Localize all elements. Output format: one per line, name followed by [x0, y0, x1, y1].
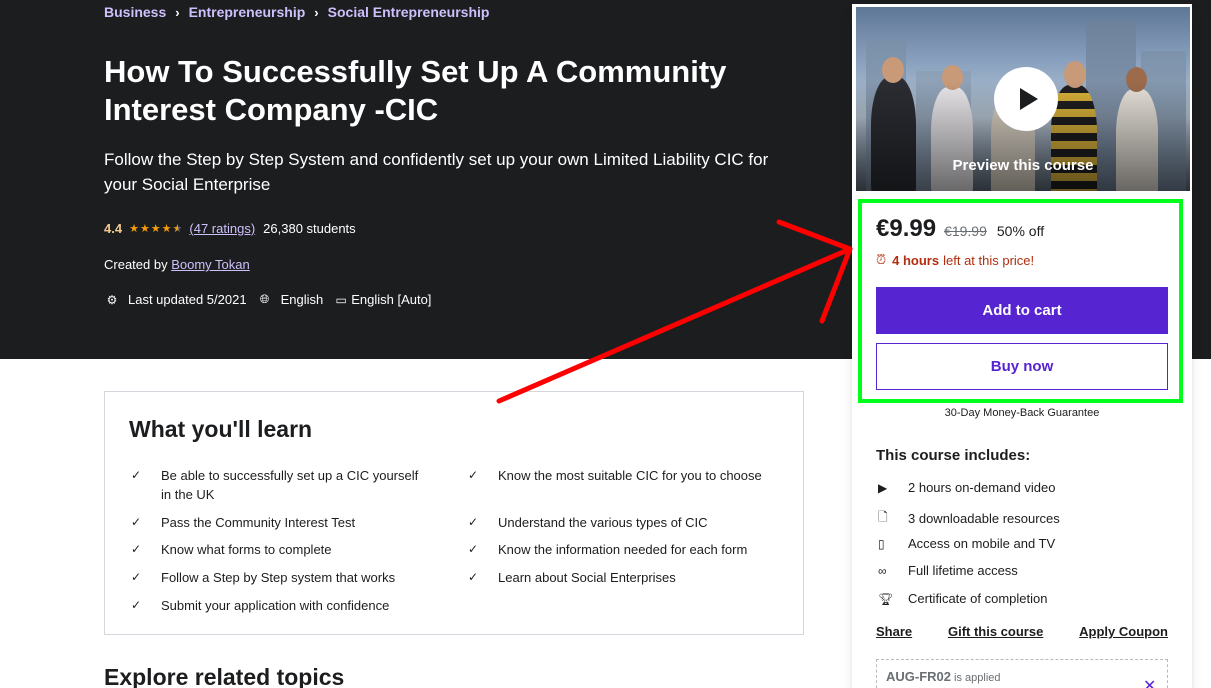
- learn-item: ✓ Pass the Community Interest Test: [129, 513, 429, 532]
- check-icon: ✓: [131, 515, 142, 529]
- trophy-icon: 🏆︎: [878, 591, 894, 606]
- price-timer: ⏰︎ 4 hours left at this price!: [876, 252, 1034, 268]
- check-icon: ✓: [131, 468, 142, 482]
- close-icon[interactable]: ✕: [1143, 676, 1156, 688]
- chevron-right-icon: ›: [314, 4, 319, 20]
- buy-now-button[interactable]: Buy now: [876, 343, 1168, 390]
- globe-icon: 🌐︎: [259, 292, 270, 306]
- breadcrumb: Business › Entrepreneurship › Social Ent…: [104, 4, 489, 20]
- include-item: 🗋︎ 3 downloadable resources: [876, 508, 1060, 529]
- include-item-text: Full lifetime access: [908, 563, 1018, 578]
- coupon-code: AUG-FR02 is applied: [886, 669, 1001, 684]
- learn-item-text: Pass the Community Interest Test: [161, 515, 356, 530]
- last-updated: ⚙ Last updated 5/2021: [104, 292, 247, 307]
- applied-coupon: AUG-FR02 is applied ✕: [876, 659, 1168, 688]
- learn-item: ✓ Know the most suitable CIC for you to c…: [466, 466, 766, 485]
- include-item: ▶ 2 hours on-demand video: [876, 480, 1055, 495]
- learn-item: ✓ Be able to successfully set up a CIC yo…: [129, 466, 429, 504]
- include-item-text: 2 hours on-demand video: [908, 480, 1056, 495]
- include-item-text: Certificate of completion: [908, 591, 1048, 606]
- created-by: Created by Boomy Tokan: [104, 257, 250, 272]
- breadcrumb-social-entrepreneurship[interactable]: Social Entrepreneurship: [328, 4, 490, 20]
- author-link[interactable]: Boomy Tokan: [171, 257, 250, 272]
- learn-item: ✓ Know the information needed for each fo…: [466, 540, 766, 559]
- star-rating-icon: ★★★★★: [129, 223, 184, 235]
- original-price: €19.99: [944, 223, 987, 239]
- include-item-text: Access on mobile and TV: [908, 536, 1056, 551]
- add-to-cart-button[interactable]: Add to cart: [876, 287, 1168, 334]
- learn-item: ✓ Follow a Step by Step system that works: [129, 568, 429, 587]
- rating-value: 4.4: [104, 221, 123, 236]
- play-icon[interactable]: [994, 67, 1058, 131]
- created-by-label: Created by: [104, 257, 168, 272]
- apply-coupon-link[interactable]: Apply Coupon: [1079, 624, 1168, 639]
- course-meta: ⚙ Last updated 5/2021 🌐︎ English ▭ Engli…: [104, 292, 441, 307]
- alarm-clock-icon: ⏰︎: [876, 252, 887, 267]
- timer-hours: 4 hours: [892, 252, 940, 268]
- captions-text: English [Auto]: [351, 292, 432, 307]
- captions-icon: ▭: [335, 292, 347, 307]
- file-download-icon: 🗋︎: [878, 510, 888, 524]
- include-item-text: 3 downloadable resources: [908, 511, 1060, 526]
- learn-item-text: Submit your application with confidence: [161, 598, 390, 613]
- alert-badge-icon: ⚙: [106, 292, 118, 307]
- last-updated-text: Last updated 5/2021: [128, 292, 247, 307]
- infinity-icon: ∞: [878, 563, 887, 578]
- check-icon: ✓: [131, 570, 142, 584]
- coupon-code-text: AUG-FR02: [886, 669, 952, 684]
- check-icon: ✓: [468, 570, 479, 584]
- breadcrumb-business[interactable]: Business: [104, 4, 166, 20]
- play-triangle-icon: [1019, 88, 1038, 110]
- course-subtitle: Follow the Step by Step System and confi…: [104, 150, 769, 194]
- what-you-will-learn: What you'll learn ✓ Be able to successful…: [104, 391, 804, 635]
- sidebar-links: Share Gift this course Apply Coupon: [876, 624, 1168, 639]
- learn-item: ✓ Understand the various types of CIC: [466, 513, 766, 532]
- gift-course-link[interactable]: Gift this course: [948, 624, 1043, 639]
- share-link[interactable]: Share: [876, 624, 912, 639]
- course-title: How To Successfully Set Up A Community I…: [104, 54, 727, 127]
- price-row: €9.99 €19.99 50% off: [876, 215, 1044, 243]
- check-icon: ✓: [468, 515, 479, 529]
- learn-heading: What you'll learn: [129, 416, 313, 442]
- mobile-icon: ▯: [878, 536, 885, 551]
- check-icon: ✓: [131, 598, 142, 612]
- learn-item-text: Be able to successfully set up a CIC you…: [161, 468, 419, 502]
- rating-row: 4.4 ★★★★★ (47 ratings) 26,380 students: [104, 221, 356, 236]
- discount-percent: 50% off: [996, 223, 1045, 239]
- language: 🌐︎ English: [257, 292, 324, 307]
- timer-text: left at this price!: [943, 252, 1035, 268]
- students-count: 26,380 students: [263, 221, 356, 236]
- chevron-right-icon: ›: [175, 4, 180, 20]
- learn-item-text: Know the most suitable CIC for you to ch…: [498, 468, 762, 483]
- include-item: ▯ Access on mobile and TV: [876, 536, 1055, 551]
- related-topics-heading: Explore related topics: [104, 664, 345, 688]
- course-preview[interactable]: Preview this course: [856, 7, 1190, 191]
- learn-item-text: Understand the various types of CIC: [498, 515, 708, 530]
- ratings-count-link[interactable]: (47 ratings): [189, 221, 255, 236]
- preview-label: Preview this course: [952, 157, 1094, 174]
- language-text: English: [280, 292, 324, 307]
- learn-item-text: Know what forms to complete: [161, 542, 332, 557]
- money-back-guarantee: 30-Day Money-Back Guarantee: [944, 407, 1100, 419]
- check-icon: ✓: [468, 542, 479, 556]
- captions: ▭ English [Auto]: [333, 292, 432, 307]
- video-icon: ▶: [878, 480, 888, 495]
- learn-item-text: Know the information needed for each for…: [498, 542, 748, 557]
- include-item: ∞ Full lifetime access: [876, 563, 1018, 578]
- check-icon: ✓: [468, 468, 479, 482]
- check-icon: ✓: [131, 542, 142, 556]
- coupon-status: is applied: [954, 672, 1001, 684]
- includes-heading: This course includes:: [876, 447, 1031, 464]
- learn-item: ✓ Learn about Social Enterprises: [466, 568, 766, 587]
- learn-item: ✓ Submit your application with confidence: [129, 596, 429, 615]
- breadcrumb-entrepreneurship[interactable]: Entrepreneurship: [189, 4, 306, 20]
- learn-item: ✓ Know what forms to complete: [129, 540, 429, 559]
- learn-item-text: Learn about Social Enterprises: [498, 570, 676, 585]
- current-price: €9.99: [876, 215, 937, 242]
- learn-item-text: Follow a Step by Step system that works: [161, 570, 396, 585]
- include-item: 🏆︎ Certificate of completion: [876, 591, 1047, 606]
